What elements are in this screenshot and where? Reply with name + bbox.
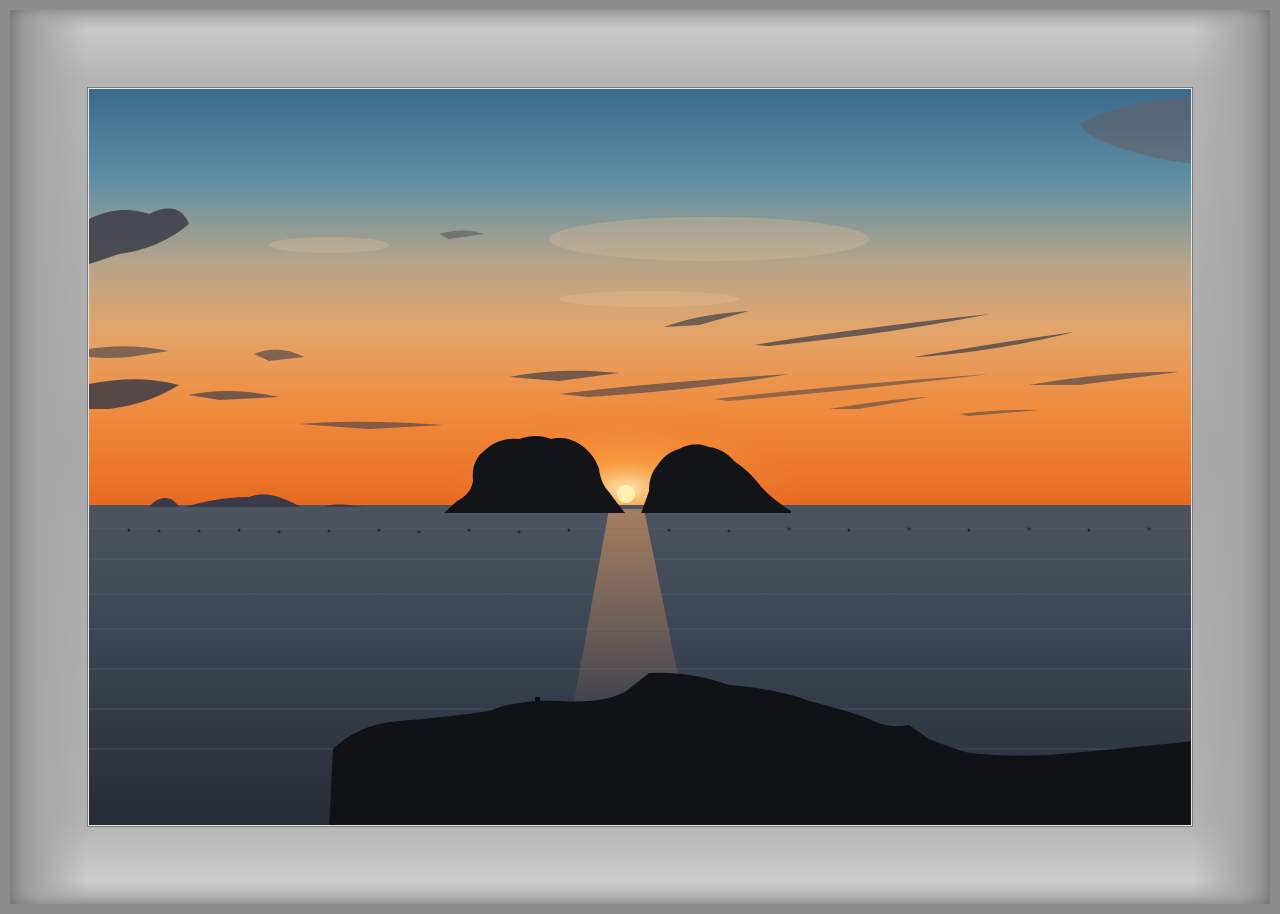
sunset-photo [88, 88, 1192, 826]
sunset-scene [89, 89, 1191, 825]
sun [617, 485, 635, 503]
